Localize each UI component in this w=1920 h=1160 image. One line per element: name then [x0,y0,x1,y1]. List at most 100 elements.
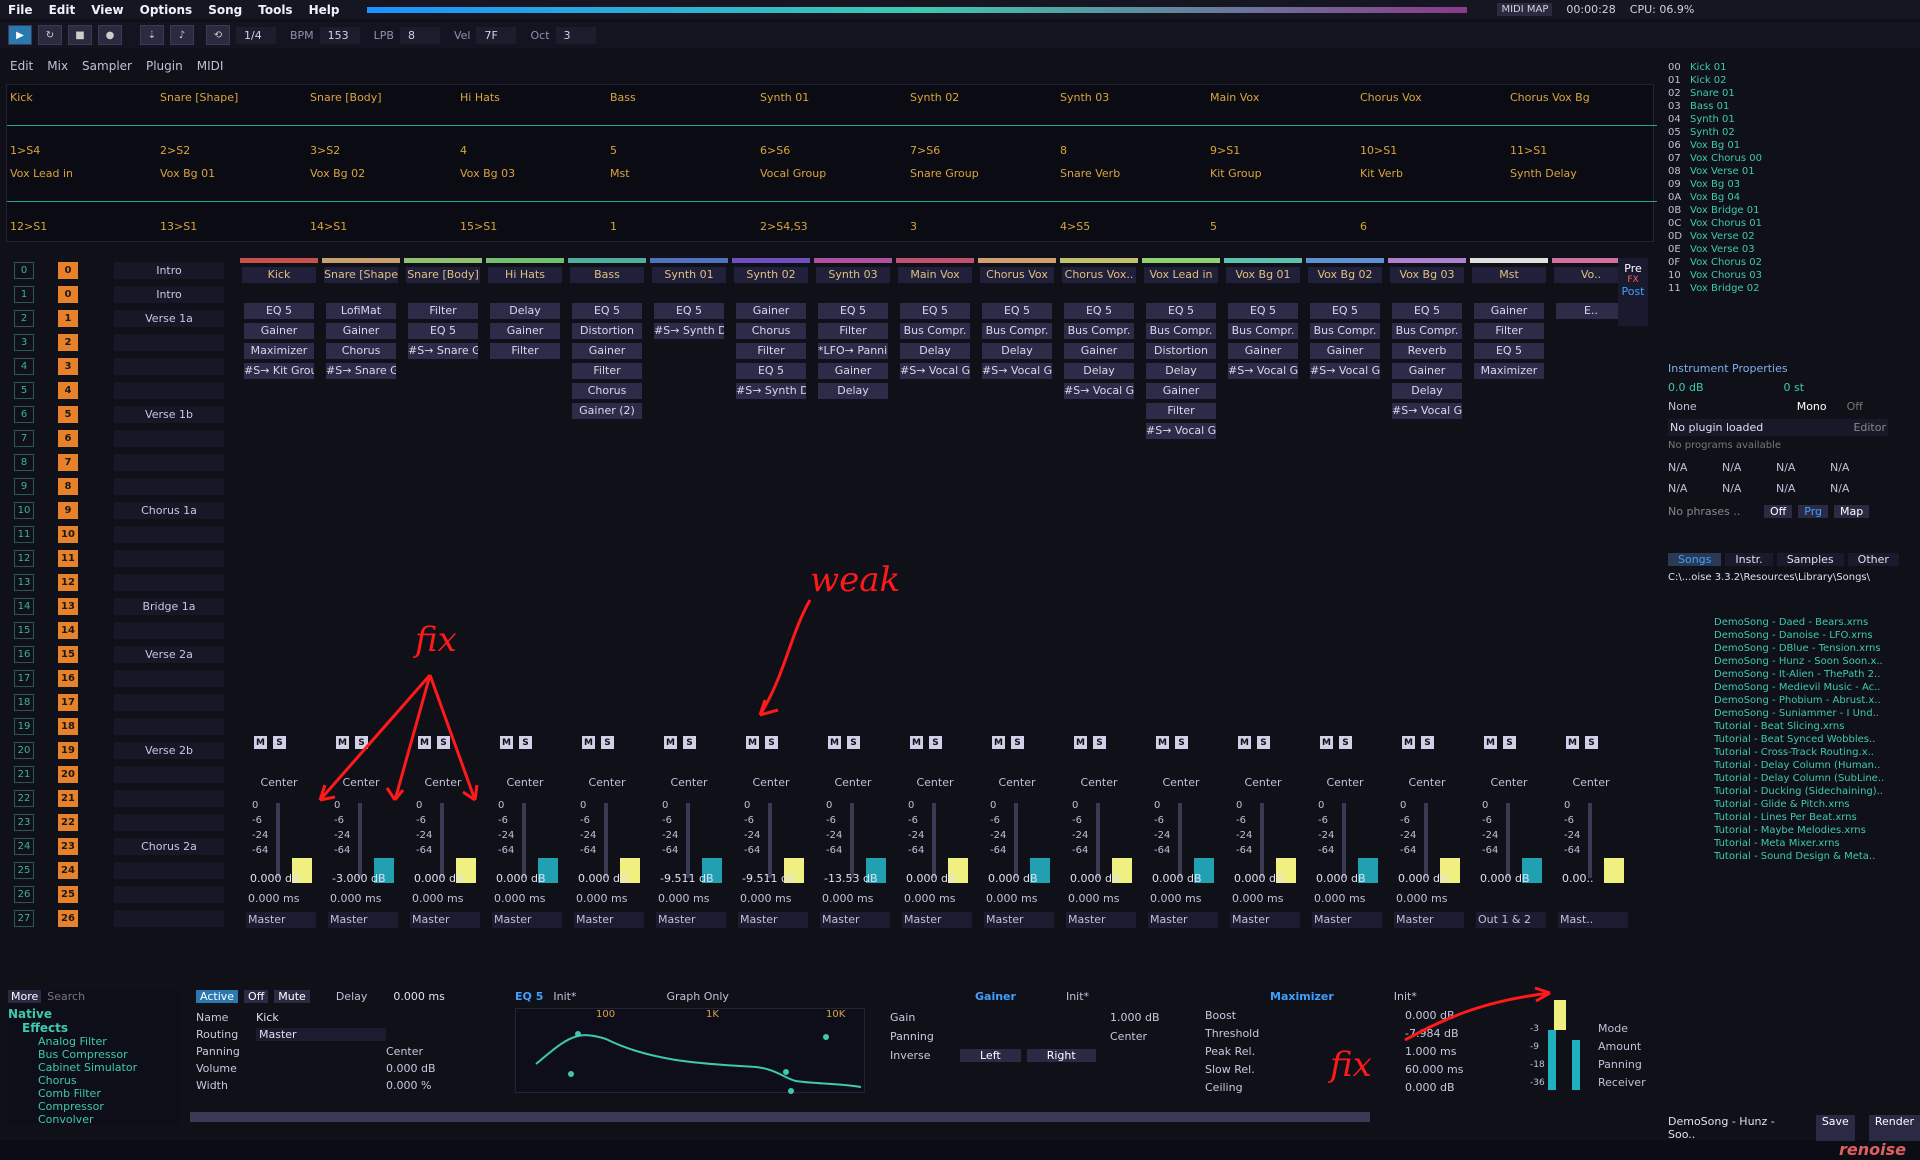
menu-song[interactable]: Song [200,3,250,17]
device-slot[interactable]: #S→ Vocal Gr.. [1228,363,1298,379]
device-slot[interactable]: #S→ Kit Group [244,363,314,379]
browser-file[interactable]: DemoSong - Suniammer - I Und.. [1714,708,1879,719]
instrument-item[interactable]: 01 Kick 02 [1668,75,1727,88]
sequence-index[interactable]: 18 [14,694,34,711]
sequence-index[interactable]: 6 [14,406,34,423]
volume-fader[interactable] [1260,803,1264,878]
sequence-row[interactable]: 0 0 Intro [10,262,224,282]
output-routing[interactable]: Out 1 & 2 [1476,912,1546,928]
sequence-row[interactable]: 16 15 Verse 2a [10,646,224,666]
delay-value[interactable]: 0.000 ms [658,892,709,905]
sequence-section[interactable] [114,478,224,495]
device-slot[interactable]: Bus Compr. [1064,323,1134,339]
browser-tab[interactable]: Songs [1668,553,1722,566]
tab-sampler[interactable]: Sampler [82,59,132,73]
output-routing[interactable]: Master [1394,912,1464,928]
device-slot[interactable]: #S→ Vocal Gr.. [982,363,1052,379]
output-routing[interactable]: Master [738,912,808,928]
sequence-pattern[interactable]: 11 [58,550,78,567]
play-icon[interactable]: ▶ [8,25,32,45]
sequence-section[interactable] [114,334,224,351]
bottom-scrollbar[interactable] [190,1112,1370,1122]
device-slot[interactable]: Maximizer [1474,363,1544,379]
browser-file[interactable]: DemoSong - DBlue - Tension.xrns [1714,643,1881,654]
sequence-section[interactable]: Verse 2b [114,742,224,759]
vel-value[interactable]: 7F [476,26,517,44]
device-slot[interactable]: Delay [1392,383,1462,399]
solo-button[interactable]: S [1503,736,1516,749]
inst-volume[interactable]: 0.0 dB [1668,381,1704,394]
instrument-item[interactable]: 02 Snare 01 [1668,88,1735,101]
browser-file[interactable]: Tutorial - Meta Mixer.xrns [1714,838,1840,849]
volume-fader[interactable] [522,803,526,878]
pan-value[interactable]: Center [1470,776,1548,789]
track-scope[interactable]: Kick 1>S4 [7,85,157,161]
mute-button[interactable]: M [582,736,595,749]
sequence-section[interactable] [114,622,224,639]
sequence-row[interactable]: 6 5 Verse 1b [10,406,224,426]
sequence-pattern[interactable]: 0 [58,262,78,279]
track-name[interactable]: Kick [242,267,316,283]
volume-value[interactable]: -9.511 dB [732,872,810,885]
tab-mix[interactable]: Mix [47,59,68,73]
sequence-pattern[interactable]: 0 [58,286,78,303]
sequence-pattern[interactable]: 9 [58,502,78,519]
track-name[interactable]: Synth 01 [652,267,726,283]
sequence-section[interactable] [114,550,224,567]
sequence-index[interactable]: 24 [14,838,34,855]
menu-edit[interactable]: Edit [41,3,84,17]
sequence-pattern[interactable]: 19 [58,742,78,759]
volume-fader[interactable] [1342,803,1346,878]
volume-fader[interactable] [850,803,854,878]
sequence-row[interactable]: 18 17 [10,694,224,714]
sequence-index[interactable]: 21 [14,766,34,783]
track-scope[interactable]: Vox Bg 03 15>S1 [457,161,607,237]
output-routing[interactable]: Master [246,912,316,928]
sequence-row[interactable]: 13 12 [10,574,224,594]
sequence-section[interactable] [114,526,224,543]
track-name[interactable]: Main Vox [898,267,972,283]
sequence-section[interactable]: Intro [114,262,224,279]
sequence-pattern[interactable]: 8 [58,478,78,495]
browser-file[interactable]: Tutorial - Delay Column (Human.. [1714,760,1880,771]
sequence-index[interactable]: 8 [14,454,34,471]
device-slot[interactable]: Gainer [490,323,560,339]
device-slot[interactable]: Delay [1064,363,1134,379]
device-slot[interactable]: Delay [818,383,888,399]
track-scope[interactable]: Vox Bg 02 14>S1 [307,161,457,237]
macro-value[interactable]: N/A [1830,461,1884,474]
menu-file[interactable]: File [0,3,41,17]
metronome-icon[interactable]: ♪ [170,25,194,45]
device-slot[interactable]: Maximizer [244,343,314,359]
sequence-row[interactable]: 22 21 [10,790,224,810]
device-slot[interactable]: Gainer [572,343,642,359]
effect-item[interactable]: Comb Filter [38,1087,180,1100]
sequence-pattern[interactable]: 4 [58,382,78,399]
device-slot[interactable]: Bus Compr. [1146,323,1216,339]
menu-options[interactable]: Options [132,3,201,17]
sequence-section[interactable] [114,862,224,879]
device-slot[interactable]: EQ 5 [654,303,724,319]
volume-fader[interactable] [604,803,608,878]
output-routing[interactable]: Master [984,912,1054,928]
sequence-index[interactable]: 10 [14,502,34,519]
mute-button[interactable]: M [1320,736,1333,749]
track-scope[interactable]: Snare Group 3 [907,161,1057,237]
effects-search-input[interactable]: Search [47,990,85,1003]
browser-tab[interactable]: Other [1847,553,1899,566]
device-slot[interactable]: Gainer [1146,383,1216,399]
output-routing[interactable]: Master [410,912,480,928]
pan-value[interactable]: Center [732,776,810,789]
instrument-item[interactable]: 08 Vox Verse 01 [1668,166,1755,179]
instrument-item[interactable]: 11 Vox Bridge 02 [1668,283,1759,296]
slow-value[interactable]: 60.000 ms [1405,1063,1485,1076]
track-scope[interactable]: Bass 5 [607,85,757,161]
effect-item[interactable]: Bus Compressor [38,1048,180,1061]
inst-off[interactable]: Off [1847,400,1863,413]
mute-button[interactable]: Mute [274,990,310,1003]
solo-button[interactable]: S [1339,736,1352,749]
sequence-row[interactable]: 98 [10,478,224,498]
mute-button[interactable]: M [1074,736,1087,749]
sequence-index[interactable]: 7 [14,430,34,447]
gainer-panning-value[interactable]: Center [1110,1030,1190,1043]
